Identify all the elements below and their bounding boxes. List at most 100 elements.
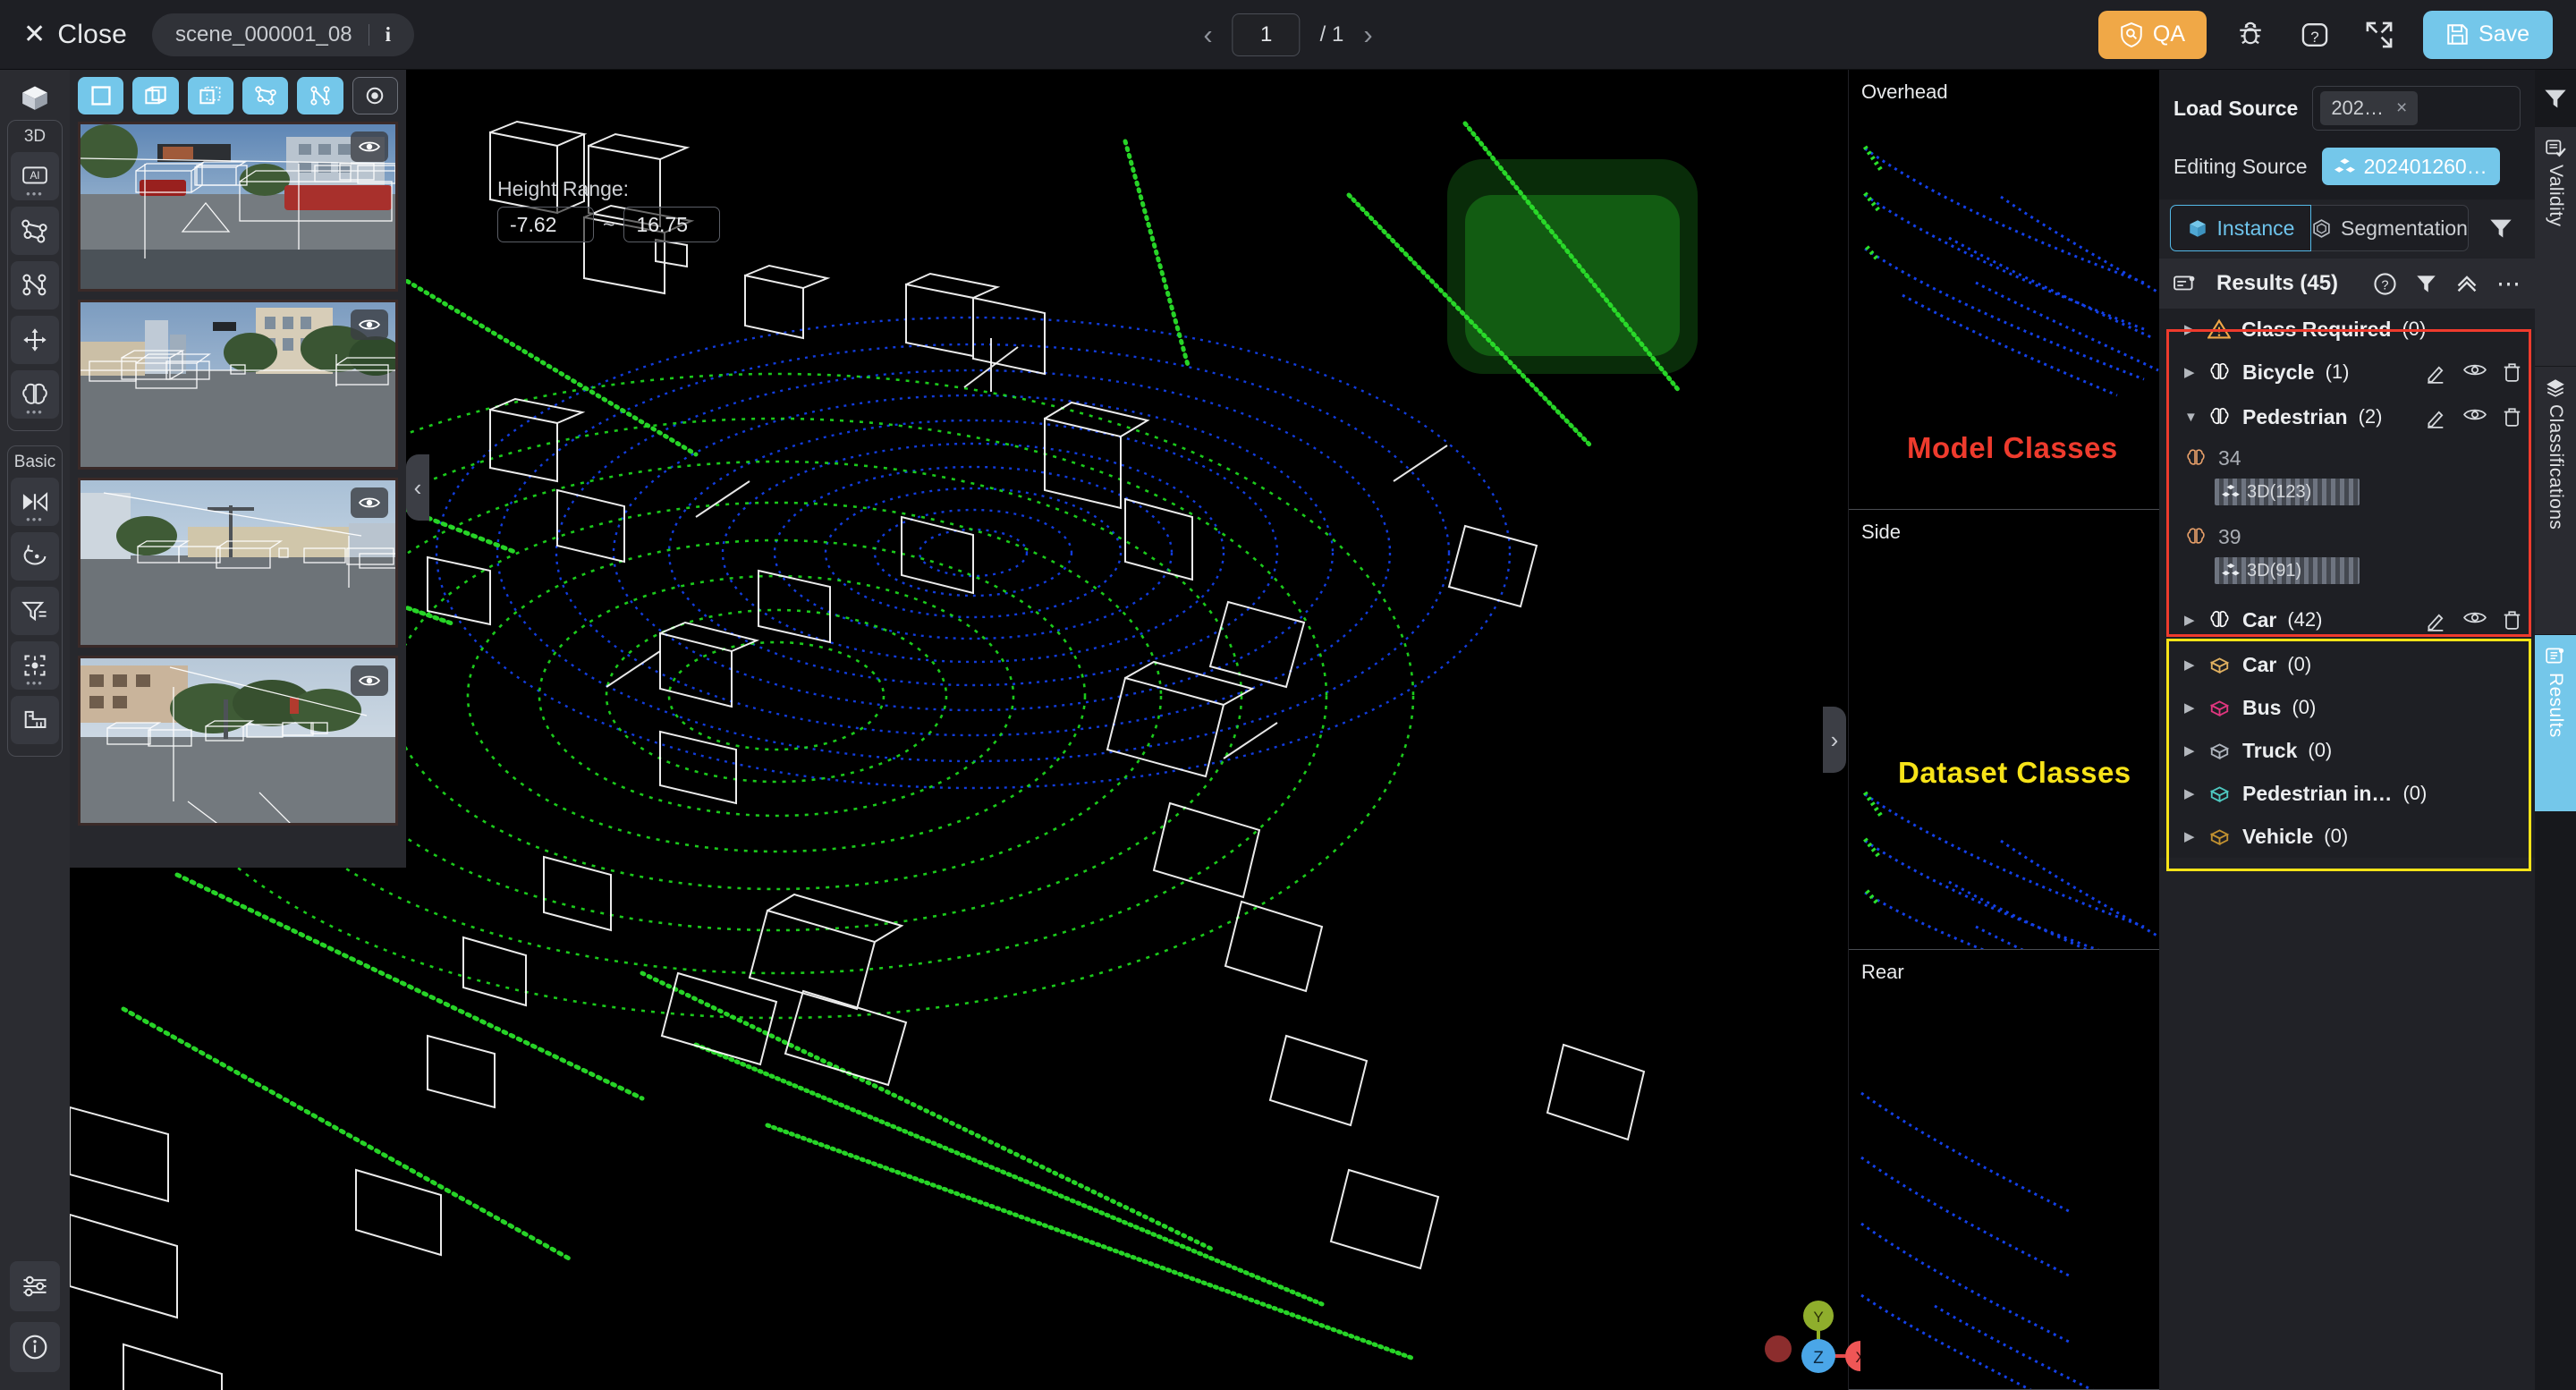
mode-cube-button[interactable] bbox=[132, 77, 179, 114]
close-icon[interactable]: × bbox=[2396, 97, 2407, 119]
vtab-validity[interactable]: Validity bbox=[2535, 127, 2576, 367]
filter-tool[interactable] bbox=[11, 587, 59, 635]
camera-back-thumbnail[interactable] bbox=[78, 656, 398, 826]
mode-polygon-button[interactable] bbox=[242, 77, 289, 114]
chevron-right-icon[interactable]: ▶ bbox=[2184, 364, 2197, 380]
svg-text:X: X bbox=[1855, 1349, 1860, 1366]
mode-visibility-button[interactable] bbox=[352, 77, 399, 114]
brain-icon bbox=[2207, 361, 2232, 383]
eye-icon[interactable] bbox=[2463, 406, 2487, 428]
vtab-validity-label: Validity bbox=[2546, 165, 2566, 227]
polyline-tool[interactable] bbox=[11, 261, 59, 309]
height-min-input[interactable]: -7.62 bbox=[497, 207, 594, 242]
instance-34[interactable]: 34 3D(123) bbox=[2159, 439, 2535, 518]
scene-pill[interactable]: scene_000001_08 i bbox=[152, 13, 414, 56]
collapse-left-panel-button[interactable]: ‹ bbox=[406, 454, 429, 521]
height-range-control[interactable]: Height Range: -7.62 ~ 16.75 bbox=[497, 177, 721, 242]
mode-cube-dashed-button[interactable] bbox=[187, 77, 233, 114]
ai-tool[interactable]: AI ••• bbox=[11, 152, 59, 200]
tree-row-pedestrian[interactable]: ▼ Pedestrian (2) bbox=[2159, 394, 2535, 439]
cube-icon[interactable] bbox=[19, 82, 51, 113]
vertical-tab-strip: Validity Classifications Results bbox=[2535, 70, 2576, 1390]
chevron-right-icon[interactable]: ▶ bbox=[2184, 657, 2197, 673]
qa-button[interactable]: QA bbox=[2097, 10, 2207, 59]
chevron-right-icon[interactable]: ▶ bbox=[2184, 785, 2197, 801]
eye-icon[interactable] bbox=[2463, 609, 2487, 631]
mode-rect-button[interactable] bbox=[78, 77, 124, 114]
eye-icon[interactable] bbox=[351, 487, 388, 518]
vtab-classifications[interactable]: Classifications bbox=[2535, 367, 2576, 635]
chevron-right-icon[interactable]: ▶ bbox=[2184, 612, 2197, 628]
measure-tool[interactable] bbox=[11, 696, 59, 744]
tree-row-actions bbox=[2426, 406, 2522, 428]
tree-row-vehicle[interactable]: ▶ Vehicle (0) bbox=[2159, 815, 2535, 858]
axis-gizmo[interactable]: Y X Z bbox=[1751, 1293, 1860, 1390]
tree-row-bus[interactable]: ▶ Bus (0) bbox=[2159, 686, 2535, 729]
help-circle-icon[interactable]: ? bbox=[2294, 14, 2335, 55]
tree-row-class-required[interactable]: ▶ Class Required (0) bbox=[2159, 309, 2535, 350]
chevron-left-icon: ‹ bbox=[413, 473, 422, 501]
eye-icon[interactable] bbox=[351, 665, 388, 696]
tree-row-bicycle[interactable]: ▶ Bicycle (1) bbox=[2159, 350, 2535, 394]
view-side[interactable]: Side bbox=[1849, 510, 2160, 950]
tree-row-actions bbox=[2426, 609, 2522, 631]
tree-count: (0) bbox=[2292, 696, 2317, 718]
undo-tool[interactable] bbox=[11, 532, 59, 581]
edit-icon[interactable] bbox=[2426, 361, 2448, 384]
edit-icon[interactable] bbox=[2426, 406, 2448, 428]
camera-front-thumbnail[interactable] bbox=[78, 122, 398, 292]
funnel-icon[interactable] bbox=[2535, 70, 2576, 127]
load-source-field[interactable]: 202… × bbox=[2312, 86, 2521, 131]
polygon-tool[interactable] bbox=[11, 207, 59, 255]
funnel-icon[interactable] bbox=[2415, 274, 2437, 294]
edit-icon[interactable] bbox=[2426, 609, 2448, 631]
tree-row-car-dataset[interactable]: ▶ Car (0) bbox=[2159, 643, 2535, 686]
tab-segmentation[interactable]: Segmentation bbox=[2311, 205, 2469, 251]
view-rear[interactable]: Rear bbox=[1849, 950, 2160, 1390]
chevron-right-icon[interactable]: ▶ bbox=[2184, 742, 2197, 759]
instance-3d-chip[interactable]: 3D(91) bbox=[2215, 557, 2360, 584]
chevron-right-icon[interactable]: ▶ bbox=[2184, 321, 2197, 337]
load-source-chip[interactable]: 202… × bbox=[2320, 91, 2419, 125]
instance-39[interactable]: 39 3D(91) bbox=[2159, 518, 2535, 597]
collapse-all-icon[interactable] bbox=[2455, 273, 2479, 294]
trash-icon[interactable] bbox=[2502, 609, 2522, 631]
tree-row-pedestrian-in[interactable]: ▶ Pedestrian in… (0) bbox=[2159, 772, 2535, 815]
eye-icon[interactable] bbox=[351, 131, 388, 162]
mode-polyline-button[interactable] bbox=[297, 77, 343, 114]
playback-tool[interactable]: ••• bbox=[11, 478, 59, 526]
bug-icon[interactable] bbox=[2230, 14, 2271, 55]
instance-3d-chip[interactable]: 3D(123) bbox=[2215, 479, 2360, 505]
fullscreen-icon[interactable] bbox=[2359, 14, 2400, 55]
settings-sliders-icon[interactable] bbox=[10, 1261, 60, 1311]
tree-row-truck[interactable]: ▶ Truck (0) bbox=[2159, 729, 2535, 772]
model-tool[interactable]: ••• bbox=[11, 370, 59, 419]
chevron-right-icon[interactable]: ▶ bbox=[2184, 828, 2197, 844]
close-button[interactable]: ✕ Close bbox=[23, 20, 127, 50]
editing-source-chip[interactable]: 202401260… bbox=[2321, 148, 2500, 185]
more-icon[interactable]: ⋯ bbox=[2496, 272, 2521, 296]
camera-front-right-thumbnail[interactable] bbox=[78, 478, 398, 648]
save-button[interactable]: Save bbox=[2423, 10, 2553, 59]
info-circle-icon[interactable] bbox=[10, 1322, 60, 1372]
move-tool[interactable] bbox=[11, 316, 59, 364]
vtab-results[interactable]: Results bbox=[2535, 635, 2576, 812]
info-icon[interactable]: i bbox=[386, 23, 391, 47]
page-input[interactable]: 1 bbox=[1232, 13, 1301, 56]
chevron-right-icon[interactable]: ▶ bbox=[2184, 699, 2197, 716]
eye-icon[interactable] bbox=[2463, 361, 2487, 384]
funnel-icon[interactable] bbox=[2478, 205, 2524, 251]
eye-icon[interactable] bbox=[351, 309, 388, 340]
trash-icon[interactable] bbox=[2502, 406, 2522, 428]
chevron-right-icon[interactable]: › bbox=[1363, 19, 1372, 51]
tree-row-car-model[interactable]: ▶ Car (42) bbox=[2159, 597, 2535, 643]
chevron-left-icon[interactable]: ‹ bbox=[1203, 19, 1212, 51]
camera-front-left-thumbnail[interactable] bbox=[78, 300, 398, 470]
collapse-right-panel-button[interactable]: › bbox=[1823, 707, 1846, 773]
chevron-down-icon[interactable]: ▼ bbox=[2184, 410, 2198, 425]
focus-tool[interactable]: ••• bbox=[11, 641, 59, 690]
tab-instance[interactable]: Instance bbox=[2170, 205, 2311, 251]
trash-icon[interactable] bbox=[2502, 361, 2522, 384]
help-icon[interactable]: ? bbox=[2373, 272, 2397, 296]
height-max-input[interactable]: 16.75 bbox=[623, 207, 721, 242]
